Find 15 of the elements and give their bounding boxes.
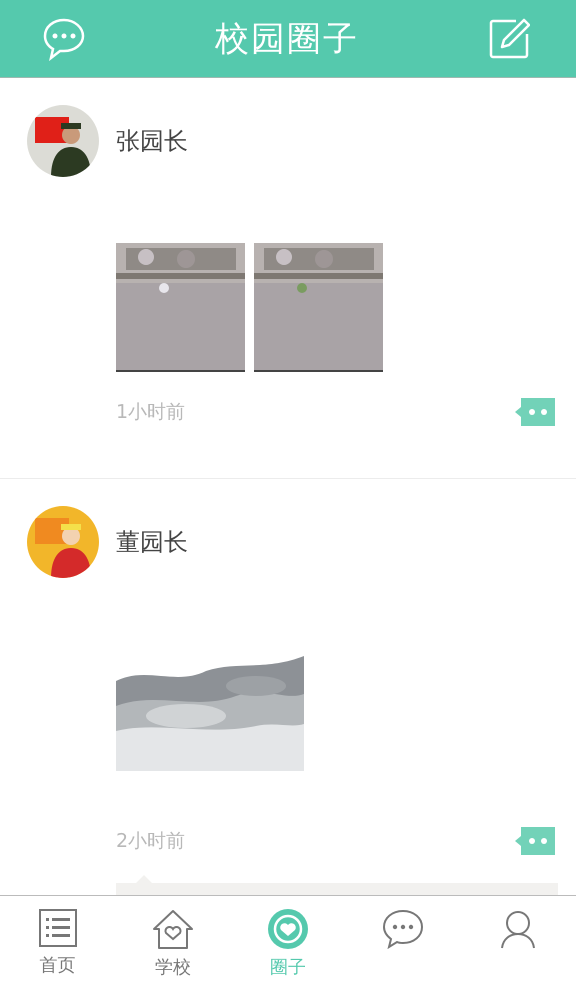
edit-icon[interactable] bbox=[488, 18, 530, 60]
page-title: 校园圈子 bbox=[215, 18, 359, 60]
comment-icon[interactable] bbox=[515, 398, 555, 426]
heart-circle-icon bbox=[268, 909, 308, 949]
chat-bubble-icon[interactable] bbox=[42, 16, 86, 60]
tab-item[interactable]: 首页 bbox=[0, 896, 116, 981]
author-name: 董园长 bbox=[116, 527, 188, 558]
tab-item[interactable]: 学校 bbox=[115, 896, 230, 981]
author-name: 张园长 bbox=[116, 126, 188, 157]
house-heart-icon bbox=[152, 909, 194, 949]
post-time: 2小时前 bbox=[116, 829, 186, 854]
post-time: 1小时前 bbox=[116, 400, 186, 425]
list-icon bbox=[38, 909, 77, 947]
comment-icon[interactable] bbox=[515, 827, 555, 855]
chat-bubble-icon bbox=[382, 909, 424, 949]
